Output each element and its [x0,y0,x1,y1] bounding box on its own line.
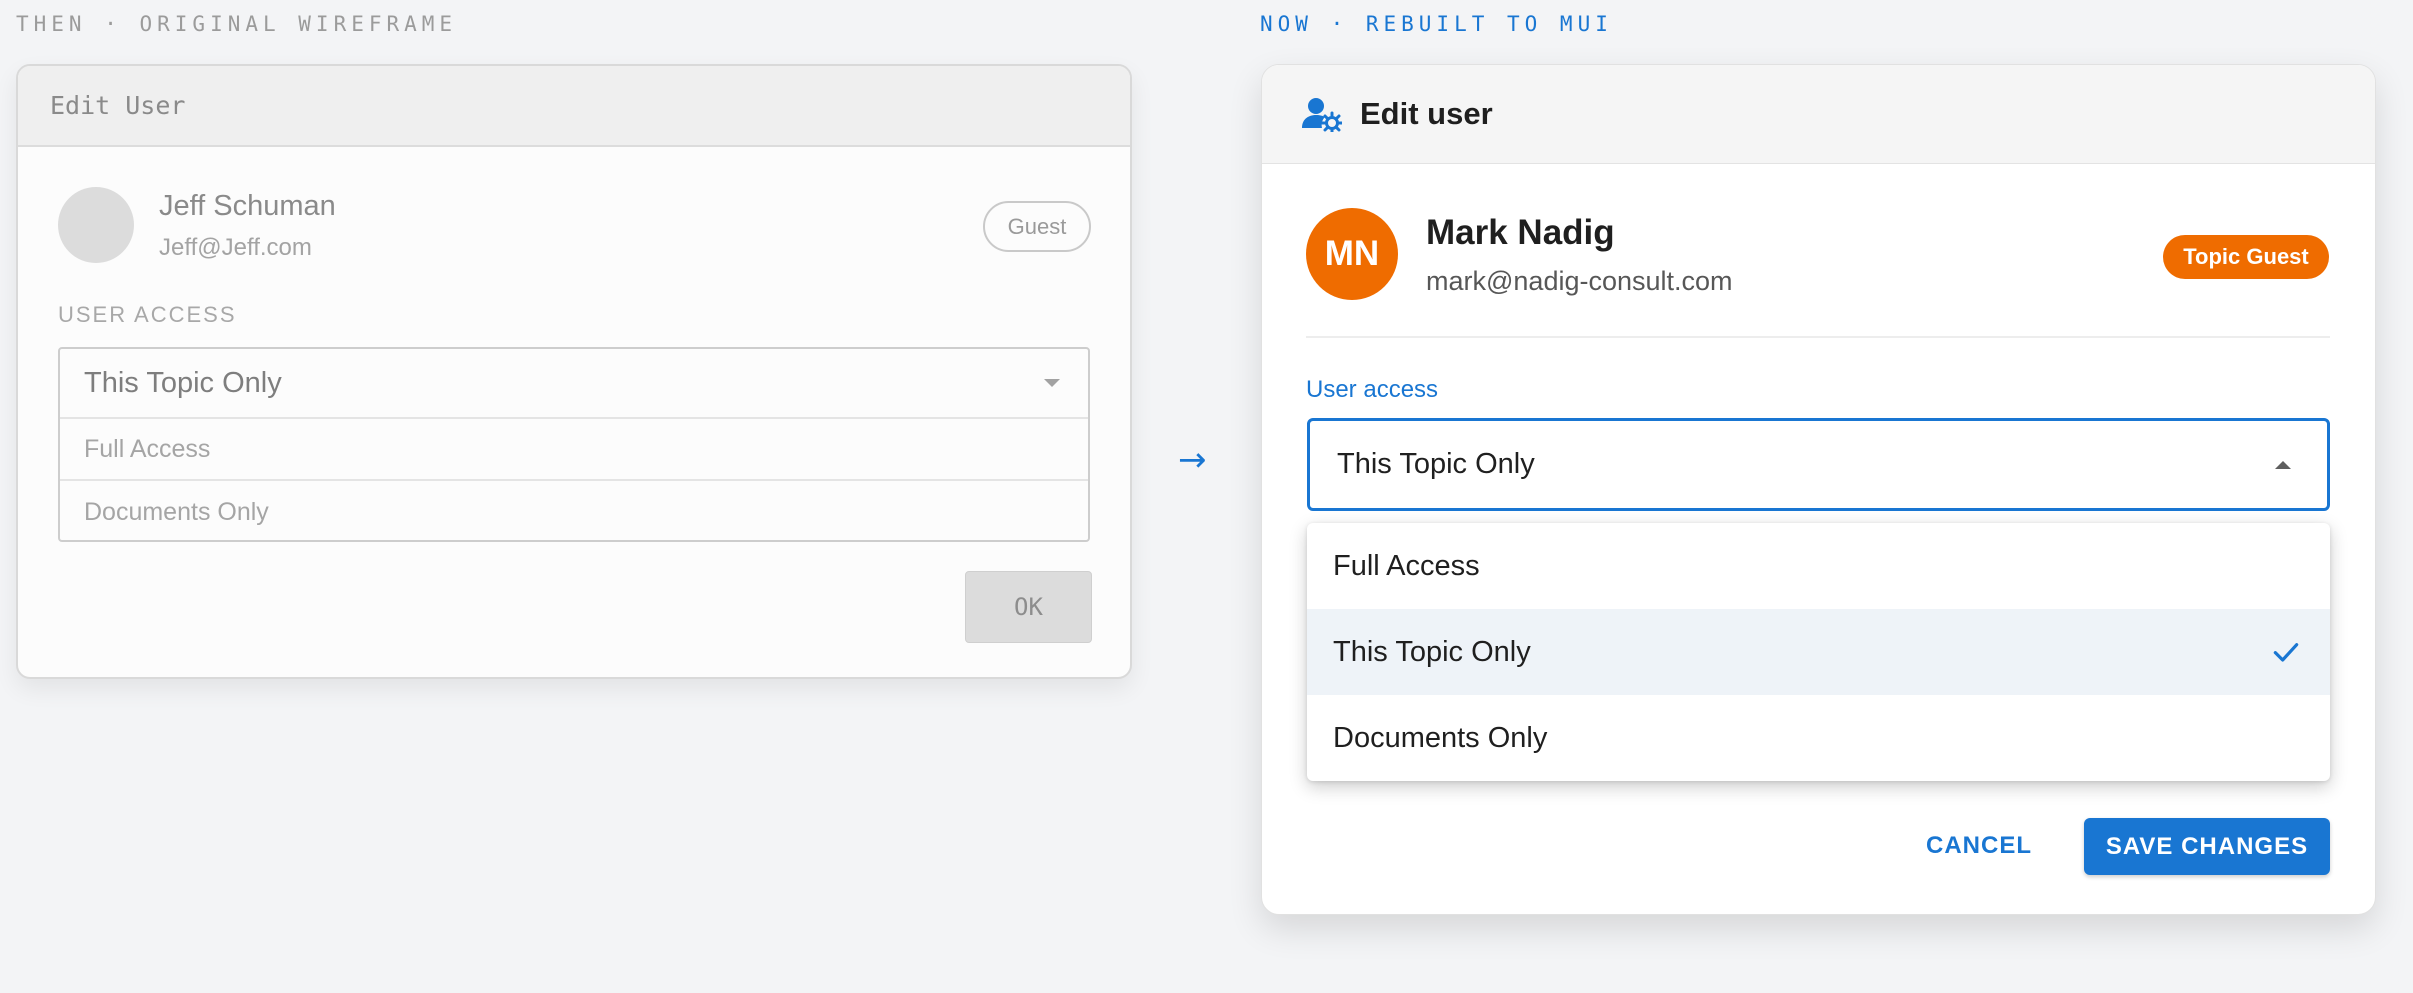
mui-select-value: This Topic Only [1337,448,1535,480]
mui-option-documents-only[interactable]: Documents Only [1307,695,2330,781]
wireframe-option-documents-only[interactable]: Documents Only [60,481,1088,543]
mui-dialog-header: Edit user [1262,65,2375,164]
wireframe-role-chip: Guest [983,201,1091,252]
mui-user-name: Mark Nadig [1426,213,1615,252]
mui-option-full-access[interactable]: Full Access [1307,523,2330,609]
mui-divider [1306,336,2330,338]
mui-dialog: Edit user MN Mark Nadig mark@nadig-consu… [1261,64,2376,915]
mui-option-label: Documents Only [1333,721,1548,754]
wireframe-dialog: Edit User Jeff Schuman Jeff@Jeff.com Gue… [16,64,1132,679]
wireframe-ok-button[interactable]: OK [965,571,1092,643]
mui-option-label: Full Access [1333,549,1480,582]
wireframe-access-select[interactable]: This Topic Only Full Access Documents On… [58,347,1090,542]
wireframe-user-email: Jeff@Jeff.com [159,234,312,261]
wireframe-avatar [58,187,134,263]
wireframe-user-name: Jeff Schuman [159,190,336,222]
wireframe-select-value[interactable]: This Topic Only [60,349,1088,419]
cancel-button[interactable]: CANCEL [1916,817,2042,875]
mui-access-select[interactable]: This Topic Only [1307,418,2330,511]
mui-dialog-title: Edit user [1360,96,1493,131]
mui-access-menu: Full Access This Topic Only Documents On… [1307,523,2330,781]
save-changes-button[interactable]: SAVE CHANGES [2084,818,2330,875]
mui-avatar: MN [1306,208,1398,300]
mui-option-label: This Topic Only [1333,635,1531,668]
caret-down-icon [1044,379,1060,387]
manage-accounts-icon [1302,98,1342,132]
mui-role-chip: Topic Guest [2163,235,2329,279]
caret-up-icon [2275,460,2291,469]
wireframe-caption: THEN · ORIGINAL WIREFRAME [16,12,458,36]
wireframe-option-full-access[interactable]: Full Access [60,419,1088,481]
wireframe-access-label: USER ACCESS [58,302,237,327]
wireframe-select-value-text: This Topic Only [84,366,282,399]
arrow-right-icon: → [1178,440,1207,480]
check-icon [2273,643,2299,662]
mui-user-email: mark@nadig-consult.com [1426,266,1733,296]
mui-caption: NOW · REBUILT TO MUI [1260,12,1613,36]
mui-option-this-topic-only[interactable]: This Topic Only [1307,609,2330,695]
mui-access-label: User access [1306,376,1439,403]
wireframe-dialog-title: Edit User [50,91,186,120]
wireframe-dialog-header: Edit User [18,66,1130,147]
